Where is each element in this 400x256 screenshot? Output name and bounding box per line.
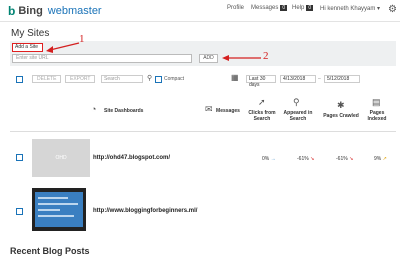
date-from-input[interactable]: 4/13/2018 [280, 75, 316, 83]
spider-icon: ✱ [337, 100, 345, 110]
crawled-value: -61% [336, 156, 348, 162]
site-thumbnail[interactable]: OHD [32, 139, 90, 177]
search-input[interactable]: Search [101, 75, 143, 83]
arrow-head-1 [46, 46, 53, 53]
select-all-checkbox[interactable] [16, 76, 23, 83]
clicks-value: 0% [262, 156, 270, 162]
compact-checkbox[interactable] [155, 76, 162, 83]
col-pages-indexed[interactable]: Pages Indexed [364, 110, 390, 122]
col-site-dashboards[interactable]: Site Dashboards [104, 108, 154, 114]
messages-icon: ✉ [205, 104, 213, 114]
dashboard-gauge-icon: ◔ [91, 104, 97, 114]
arrow-to-add-site [49, 42, 80, 51]
trend-flat-icon: → [270, 156, 276, 162]
site-url-link[interactable]: http://www.bloggingforbeginners.ml/ [93, 208, 197, 214]
trend-down-icon: ↘ [310, 156, 315, 162]
site-url-link[interactable]: http://ohd47.blogspot.com/ [93, 155, 170, 161]
header-divider [10, 131, 396, 132]
col-messages[interactable]: Messages [214, 108, 242, 114]
col-clicks-from-search[interactable]: Clicks from Search [247, 110, 277, 122]
col-pages-crawled[interactable]: Pages Crawled [321, 113, 361, 119]
document-icon: ▤ [372, 97, 381, 107]
magnifier-icon: ⚲ [293, 97, 300, 107]
arrow-head-2 [222, 55, 229, 61]
delete-button[interactable]: DELETE [32, 75, 62, 83]
date-separator: – [318, 76, 321, 82]
row-checkbox[interactable] [16, 208, 23, 215]
search-icon[interactable]: ⚲ [147, 74, 152, 82]
thumbnail-line [38, 197, 68, 199]
row-checkbox[interactable] [16, 154, 23, 161]
thumbnail-line [38, 215, 74, 217]
calendar-icon[interactable]: ▦ [231, 73, 239, 82]
export-button[interactable]: EXPORT [65, 75, 96, 83]
appeared-value: -61% [297, 156, 309, 162]
clicks-from-search-value: 0% → [262, 156, 276, 162]
cursor-click-icon: ➚ [258, 97, 266, 107]
pages-crawled-value: -61% ↘ [336, 156, 353, 162]
pages-indexed-value: 9% ↗ [374, 156, 387, 162]
appeared-in-search-value: -61% ↘ [297, 156, 314, 162]
col-appeared-in-search[interactable]: Appeared in Search [282, 110, 314, 122]
recent-blog-posts-heading: Recent Blog Posts [10, 246, 90, 256]
thumbnail-label: OHD [55, 155, 67, 161]
trend-up-icon: ↗ [382, 156, 387, 162]
trend-down-icon: ↘ [349, 156, 354, 162]
site-thumbnail[interactable] [32, 188, 86, 231]
compact-label: Compact [164, 76, 185, 82]
thumbnail-line [38, 203, 78, 205]
indexed-value: 9% [374, 156, 382, 162]
date-to-input[interactable]: 5/12/2018 [324, 75, 360, 83]
sites-toolbar: DELETE EXPORT Search ⚲ Compact Last 30 d… [0, 73, 400, 88]
thumbnail-line [38, 209, 60, 211]
date-range-select[interactable]: Last 30 days [246, 75, 276, 88]
